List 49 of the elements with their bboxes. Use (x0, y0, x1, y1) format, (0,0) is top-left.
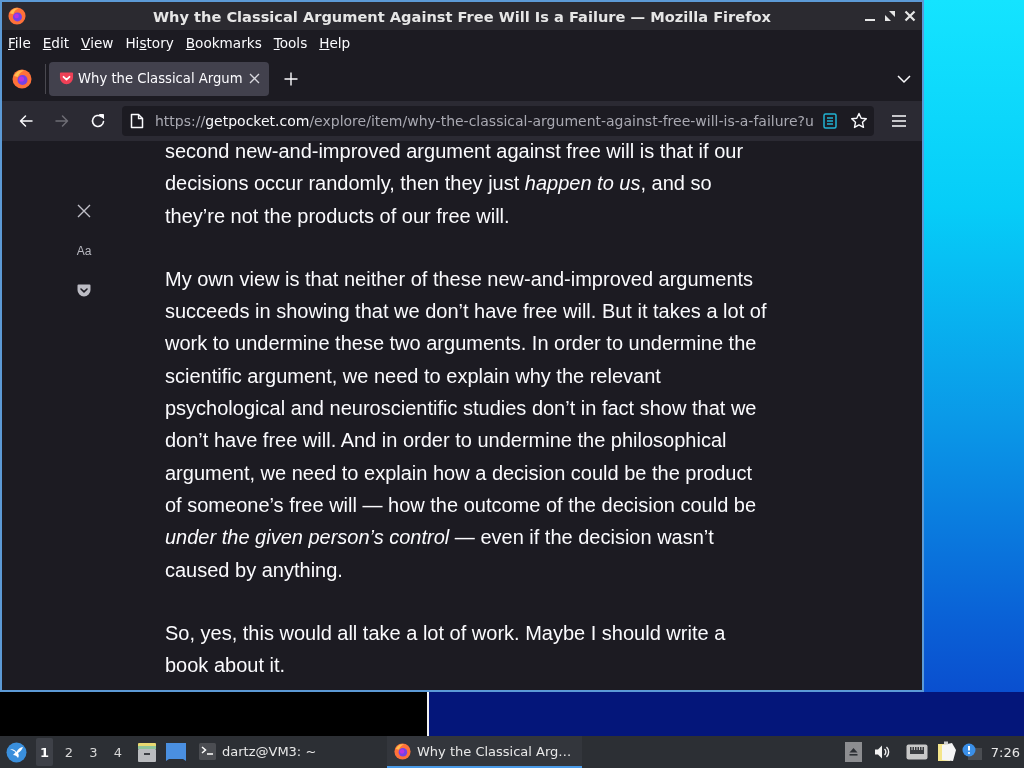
workspace-button[interactable]: 2 (60, 738, 78, 766)
menu-item[interactable]: View (75, 32, 120, 54)
text-settings-button[interactable]: Aa (76, 244, 92, 258)
menu-icon[interactable] (891, 114, 907, 128)
browser-logo-icon[interactable] (8, 7, 26, 25)
taskbar-task[interactable]: Why the Classical Arg… (387, 736, 582, 768)
workspace-button[interactable]: 4 (109, 738, 127, 766)
shield-chevron-icon (59, 71, 74, 86)
article-paragraph: My own view is that neither of these new-and-improved arguments succeeds in showing that we don’t have free will. But it takes a lot of work to undermine these two arguments. In order to undermine the scientific argument, we need to explain why the relevant psychological and neuroscientific studies don’t in fact show that we don’t have free will. And in order to undermine the philosophical argument, we need to explain how a decision could be the product of someone’s free will — how the outcome of the decision could be under the given person’s control — even if the decision wasn’t caused by anything. (165, 266, 768, 583)
clock: 7:26 (990, 744, 1020, 760)
menu-item[interactable]: Edit (36, 32, 76, 54)
taskbar-task[interactable]: dartz@VM3: ~ (192, 736, 387, 768)
menu-item[interactable]: History (119, 32, 180, 54)
close-icon[interactable] (77, 204, 91, 218)
menu-item[interactable]: Tools (267, 32, 314, 54)
workspace-button[interactable]: 1 (36, 738, 53, 766)
article-paragraph: So, yes, this would all take a lot of work. Maybe I should write a book about it. (165, 620, 727, 679)
window-icon[interactable] (166, 743, 186, 761)
browser-logo-icon[interactable] (394, 742, 411, 760)
restore-icon[interactable] (884, 10, 896, 22)
browser-logo-icon[interactable] (12, 68, 32, 89)
menu-item[interactable]: File (2, 32, 37, 54)
start-menu-icon[interactable] (6, 741, 27, 763)
task-label: dartz@VM3: ~ (222, 743, 317, 759)
terminal-icon (199, 742, 216, 760)
browser-tab[interactable]: Why the Classical Argum (49, 61, 269, 96)
network-icon[interactable] (905, 744, 928, 760)
workspace-button[interactable]: 3 (85, 738, 102, 766)
window-title: Why the Classical Argument Against Free Will Is a Failure — Mozilla Firefox (153, 7, 771, 25)
close-icon[interactable] (249, 73, 260, 84)
star-icon[interactable] (850, 112, 868, 130)
volume-icon[interactable] (873, 744, 890, 760)
back-arrow-icon[interactable] (18, 113, 34, 129)
file-cabinet-icon[interactable] (137, 741, 157, 763)
menu-item[interactable]: Bookmarks (179, 32, 268, 54)
menu-item[interactable]: Help (313, 32, 357, 54)
notification-icon[interactable] (961, 743, 982, 761)
page-icon (130, 113, 144, 129)
reload-icon[interactable] (90, 113, 106, 129)
url-text: https://getpocket.com/explore/item/why-the-classical-argument-against-free-will-is-a-failure?u (155, 113, 814, 129)
task-label: Why the Classical Arg… (417, 743, 572, 759)
plus-icon[interactable] (284, 71, 298, 86)
document-icon[interactable] (823, 113, 837, 129)
shield-chevron-icon[interactable] (77, 284, 91, 297)
eject-icon[interactable] (844, 742, 862, 762)
notes-icon[interactable] (936, 741, 957, 763)
address-field[interactable]: https://getpocket.com/explore/item/why-the-classical-argument-against-free-will-is-a-failure?u (122, 106, 874, 136)
tab-title: Why the Classical Argum (78, 71, 244, 86)
article-paragraph: second new-and-improved argument against free will is that if our decisions occur randomly, then they just happen to us, and so they’re not the products of our free will. (165, 141, 745, 229)
